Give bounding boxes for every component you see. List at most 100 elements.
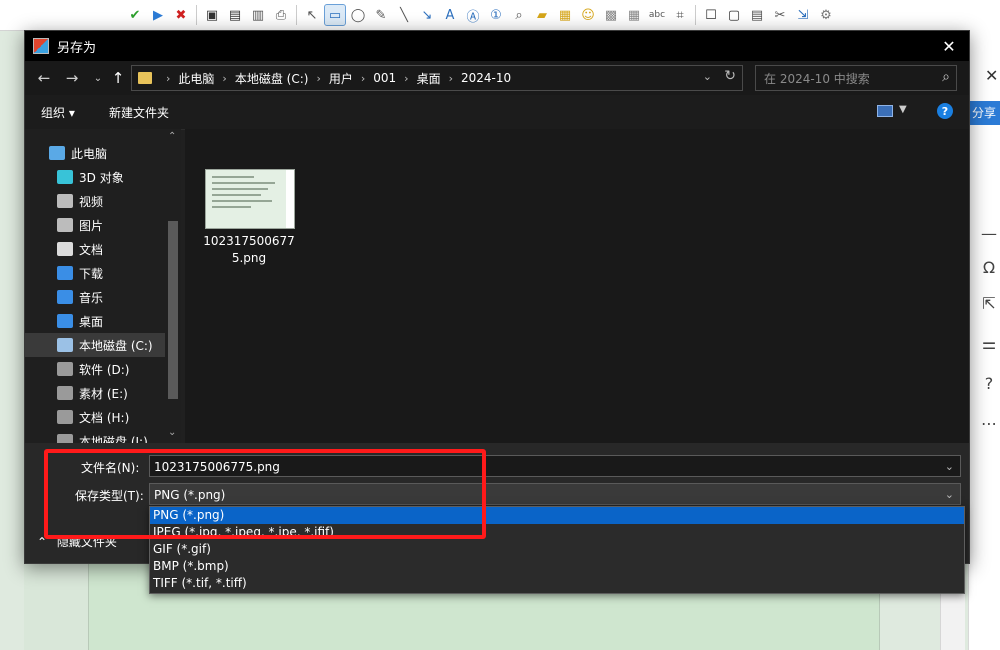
breadcrumb-item[interactable]: 001 — [373, 71, 396, 85]
nav-item[interactable]: 下载 — [25, 261, 165, 285]
nav-item[interactable]: 桌面 — [25, 309, 165, 333]
breadcrumb-item[interactable]: 用户 — [329, 70, 353, 87]
address-bar[interactable]: › 此电脑 › 本地磁盘 (C:) › 用户 › 001 › 桌面 › 2024-10 ⌄ ↻ — [131, 65, 743, 91]
navigation-scroll-thumb[interactable] — [168, 221, 178, 399]
view-dropdown-icon[interactable]: ▼ — [899, 104, 907, 115]
breadcrumb: › 此电脑 › 本地磁盘 (C:) › 用户 › 001 › 桌面 › 2024-10 — [158, 70, 511, 87]
play-icon[interactable]: ▶ — [148, 5, 168, 25]
breadcrumb-separator-icon[interactable]: › — [361, 72, 365, 85]
blur-icon[interactable]: ▩ — [601, 5, 621, 25]
up-arrow-icon[interactable]: ↑ — [107, 67, 129, 89]
emoji-icon[interactable]: ☺ — [578, 5, 598, 25]
view-mode-icon[interactable] — [877, 105, 893, 117]
save-as-icon[interactable]: ▤ — [225, 5, 245, 25]
shadow-icon[interactable]: ▤ — [747, 5, 767, 25]
breadcrumb-item[interactable]: 2024-10 — [461, 71, 511, 85]
breadcrumb-item[interactable]: 桌面 — [417, 70, 441, 87]
nav-item[interactable]: 图片 — [25, 213, 165, 237]
back-arrow-icon[interactable]: ← — [33, 67, 55, 89]
breadcrumb-item[interactable]: 此电脑 — [178, 70, 214, 87]
new-folder-button[interactable]: 新建文件夹 — [109, 104, 169, 121]
pen-icon[interactable]: ✎ — [371, 5, 391, 25]
pixelate-icon[interactable]: ▦ — [624, 5, 644, 25]
share-button[interactable]: 分享 — [968, 101, 1000, 125]
save-icon[interactable]: ▣ — [202, 5, 222, 25]
check-icon[interactable]: ✔ — [125, 5, 145, 25]
nav-item-label: 下载 — [79, 266, 104, 281]
nav-item[interactable]: 素材 (E:) — [25, 381, 165, 405]
scroll-down-icon[interactable]: ⌄ — [168, 427, 176, 438]
scroll-up-icon[interactable]: ⌃ — [168, 131, 176, 142]
border-icon[interactable]: ☐ — [701, 5, 721, 25]
filetype-option[interactable]: BMP (*.bmp) — [150, 558, 964, 575]
spellcheck-icon[interactable]: abc — [647, 5, 667, 25]
nav-item[interactable]: 本地磁盘 (C:) — [25, 333, 165, 357]
close-x-icon[interactable]: ✖ — [171, 5, 191, 25]
settings-icon[interactable]: ⚙ — [816, 5, 836, 25]
search-icon: ⌕ — [942, 69, 950, 85]
refresh-icon[interactable]: ↻ — [724, 68, 736, 84]
dialog-titlebar: 另存为 ✕ — [25, 31, 969, 61]
counter-icon[interactable]: ① — [486, 5, 506, 25]
minimize-icon[interactable]: — — [978, 222, 1000, 244]
cursor-icon[interactable]: ⇱ — [978, 292, 1000, 314]
pointer-icon[interactable]: ↖ — [302, 5, 322, 25]
hide-folders-toggle[interactable]: ⌃ 隐藏文件夹 — [37, 533, 117, 550]
close-icon[interactable]: ✕ — [935, 34, 963, 58]
ellipse-icon[interactable]: ◯ — [348, 5, 368, 25]
breadcrumb-separator-icon[interactable]: › — [316, 72, 320, 85]
arrow-icon[interactable]: ↘ — [417, 5, 437, 25]
help-icon[interactable]: ? — [937, 103, 953, 119]
line-icon[interactable]: ╲ — [394, 5, 414, 25]
panel-close-icon[interactable]: ✕ — [985, 66, 998, 85]
breadcrumb-separator-icon[interactable]: › — [222, 72, 226, 85]
clipboard-icon[interactable]: ▥ — [248, 5, 268, 25]
filetype-select[interactable]: PNG (*.png) ⌄ — [149, 483, 961, 505]
image-icon[interactable]: ▦ — [555, 5, 575, 25]
breadcrumb-separator-icon[interactable]: › — [166, 72, 170, 85]
breadcrumb-separator-icon[interactable]: › — [404, 72, 408, 85]
export-icon[interactable]: ⇲ — [793, 5, 813, 25]
filename-input[interactable]: 1023175006775.png ⌄ — [149, 455, 961, 477]
filetype-dropdown-icon[interactable]: ⌄ — [945, 484, 954, 506]
filetype-option[interactable]: PNG (*.png) — [150, 507, 964, 524]
filetype-option[interactable]: GIF (*.gif) — [150, 541, 964, 558]
nav-item[interactable]: 文档 — [25, 237, 165, 261]
recent-chevron-icon[interactable]: ⌄ — [87, 67, 109, 89]
nav-item[interactable]: 3D 对象 — [25, 165, 165, 189]
nav-item[interactable]: 音乐 — [25, 285, 165, 309]
textbox-icon[interactable]: Ⓐ — [463, 5, 483, 25]
filename-dropdown-icon[interactable]: ⌄ — [945, 456, 954, 478]
magnifier-icon[interactable]: ⌕ — [509, 5, 529, 25]
breadcrumb-item[interactable]: 本地磁盘 (C:) — [235, 70, 309, 87]
thumbnail-preview — [212, 176, 282, 212]
forward-arrow-icon[interactable]: → — [61, 67, 83, 89]
nav-item[interactable]: 本地磁盘 (J:) — [25, 429, 165, 443]
highlighter-icon[interactable]: ▰ — [532, 5, 552, 25]
nav-item[interactable]: 软件 (D:) — [25, 357, 165, 381]
filetype-option[interactable]: JPEG (*.jpg, *.jpeg, *.jpe, *.jfif) — [150, 524, 964, 541]
filetype-option[interactable]: TIFF (*.tif, *.tiff) — [150, 575, 964, 592]
omega-icon[interactable]: Ω — [978, 256, 1000, 278]
rectangle-icon[interactable]: ▭ — [324, 4, 346, 26]
help-circle-icon[interactable]: ? — [978, 372, 1000, 394]
nav-item[interactable]: 此电脑 — [25, 141, 165, 165]
file-thumbnail[interactable] — [205, 169, 295, 229]
sliders-icon[interactable]: ⚌ — [978, 332, 1000, 354]
more-icon[interactable]: ⋯ — [978, 412, 1000, 434]
breadcrumb-separator-icon[interactable]: › — [449, 72, 453, 85]
navigation-pane: 此电脑 3D 对象 视频 图片 文档下载音乐 桌面 本地磁盘 (C:) 软件 (D:) 素材 (… — [25, 129, 181, 443]
address-dropdown-icon[interactable]: ⌄ — [703, 70, 712, 83]
crop-icon[interactable]: ⌗ — [670, 5, 690, 25]
organize-button[interactable]: 组织 ▾ — [41, 104, 75, 121]
frame-icon[interactable]: ▢ — [724, 5, 744, 25]
search-input[interactable]: 在 2024-10 中搜索 ⌕ — [755, 65, 957, 91]
video-icon — [57, 194, 73, 208]
nav-item[interactable]: 文档 (H:) — [25, 405, 165, 429]
nav-item[interactable]: 视频 — [25, 189, 165, 213]
print-icon[interactable]: ⎙ — [271, 5, 291, 25]
text-icon[interactable]: A — [440, 5, 460, 25]
file-name[interactable]: 1023175006775.png — [201, 233, 297, 267]
tools-icon[interactable]: ✂ — [770, 5, 790, 25]
nav-item-label: 本地磁盘 (J:) — [79, 434, 148, 444]
